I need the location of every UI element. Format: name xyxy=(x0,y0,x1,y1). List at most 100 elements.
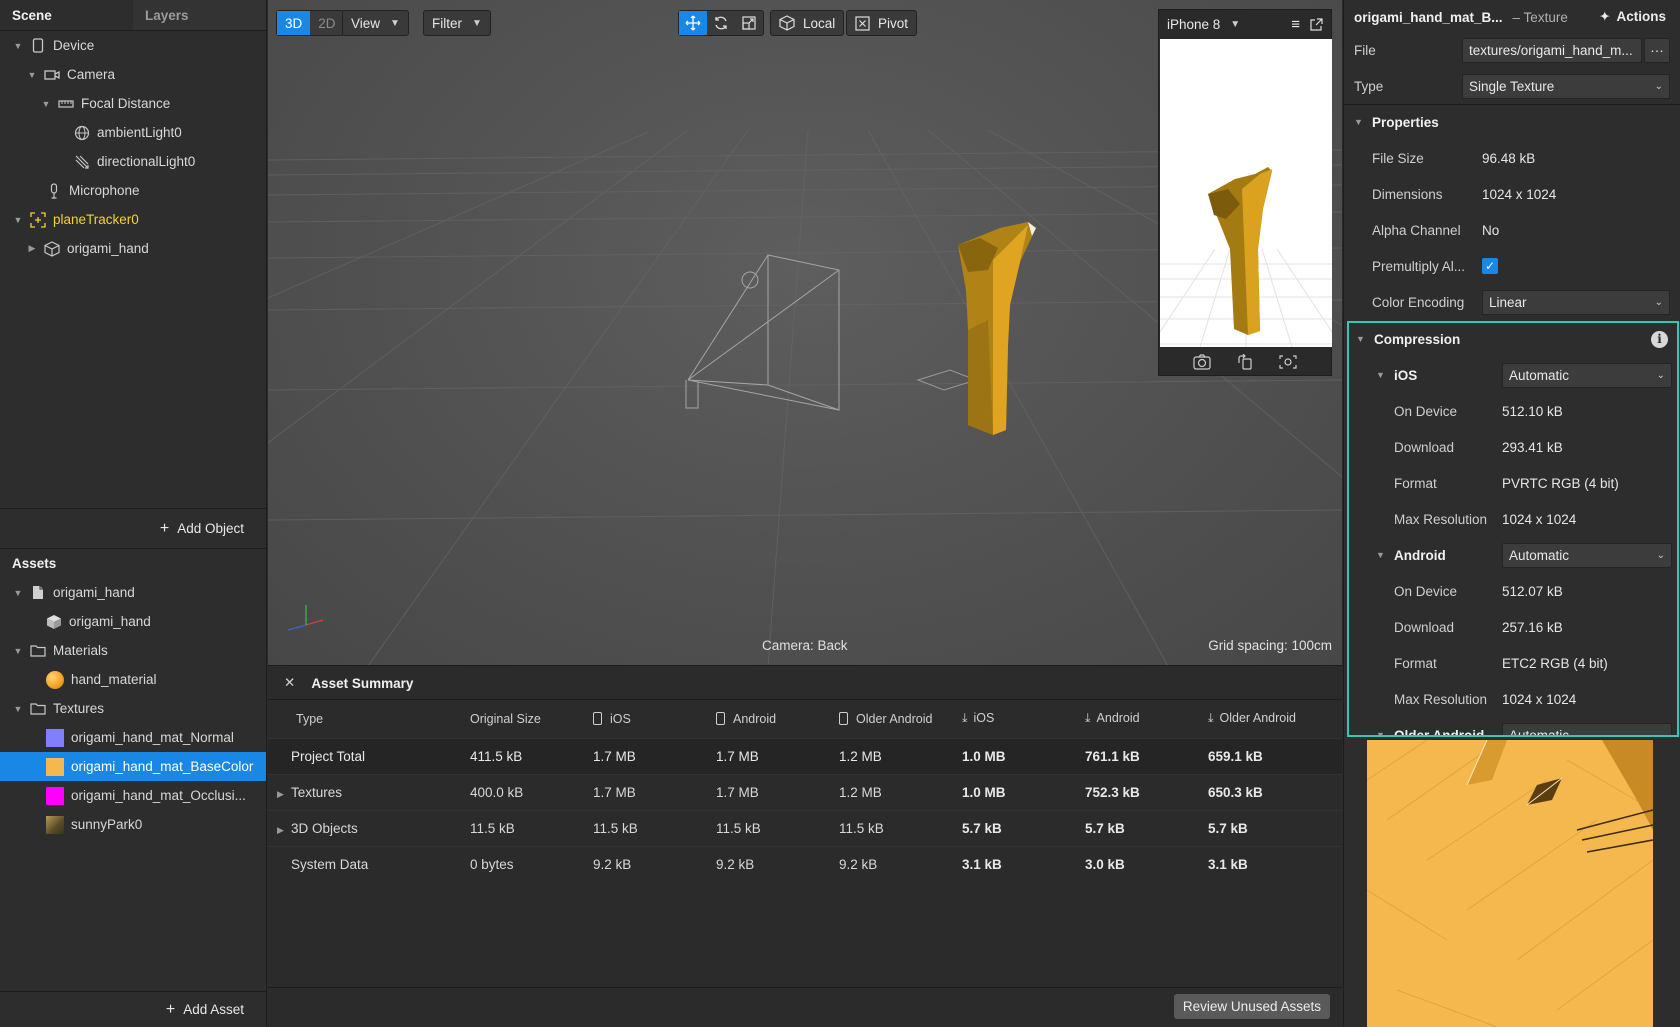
tab-layers[interactable]: Layers xyxy=(133,0,266,30)
texture-swatch-icon xyxy=(46,786,64,805)
filter-dropdown[interactable]: Filter ▼ xyxy=(423,10,491,36)
add-object-button[interactable]: + Add Object xyxy=(0,508,267,548)
alpha-channel-row: Alpha Channel No xyxy=(1344,212,1680,248)
asset-item-hand-material[interactable]: hand_material xyxy=(0,665,266,694)
column-header-ios-size[interactable]: iOS xyxy=(581,700,704,738)
menu-icon[interactable]: ≡ xyxy=(1291,16,1300,33)
format-label: Format xyxy=(1394,655,1437,671)
dimensions-value: 1024 x 1024 xyxy=(1482,186,1557,202)
collapse-arrow-icon[interactable]: ▼ xyxy=(1376,370,1390,380)
origami-hand-model[interactable] xyxy=(958,222,1036,435)
asset-item-materials-folder[interactable]: ▼ Materials xyxy=(0,636,266,665)
texture-preview xyxy=(1367,740,1653,1027)
properties-section-header[interactable]: ▼ Properties xyxy=(1344,104,1680,140)
pivot-toggle[interactable]: Pivot xyxy=(846,10,918,36)
popout-icon[interactable] xyxy=(1310,18,1323,31)
table-row[interactable]: Project Total 411.5 kB 1.7 MB 1.7 MB 1.2… xyxy=(268,737,1342,774)
expand-arrow-icon[interactable]: ▼ xyxy=(12,41,24,51)
asset-item-occlusion-texture[interactable]: origami_hand_mat_Occlusi... xyxy=(0,781,266,810)
rotate-tool-icon[interactable] xyxy=(707,11,735,35)
chevron-down-icon: ⌄ xyxy=(1656,729,1665,737)
android-compression-select[interactable]: Automatic ⌄ xyxy=(1502,542,1672,568)
move-tool-icon[interactable] xyxy=(679,11,707,35)
review-unused-assets-button[interactable]: Review Unused Assets xyxy=(1173,994,1330,1019)
column-header-older-android-size[interactable]: Older Android xyxy=(827,700,950,738)
preview-screen[interactable] xyxy=(1160,39,1332,347)
expand-arrow-icon[interactable]: ▼ xyxy=(26,70,38,80)
table-row[interactable]: System Data 0 bytes 9.2 kB 9.2 kB 9.2 kB… xyxy=(268,845,1342,882)
info-icon[interactable]: i xyxy=(1651,330,1668,348)
expand-arrow-icon[interactable]: ▶ xyxy=(277,825,291,836)
asset-item-sunnypark[interactable]: sunnyPark0 xyxy=(0,810,266,839)
close-icon[interactable]: ✕ xyxy=(284,675,295,691)
column-header-ios-download[interactable]: ⤓ iOS xyxy=(950,700,1073,738)
asset-item-basecolor-texture[interactable]: origami_hand_mat_BaseColor xyxy=(0,752,266,781)
device-select[interactable]: iPhone 8 ▼ xyxy=(1167,17,1240,32)
expand-arrow-icon[interactable]: ▼ xyxy=(40,99,52,109)
collapse-arrow-icon[interactable]: ▶ xyxy=(26,243,38,254)
mode-2d-button[interactable]: 2D xyxy=(310,11,343,35)
cell-type: ▶ Textures xyxy=(268,773,458,810)
table-row[interactable]: ▶ 3D Objects 11.5 kB 11.5 kB 11.5 kB 11.5… xyxy=(268,809,1342,846)
camera-gizmo[interactable] xyxy=(685,254,840,411)
cell-android-download: 752.3 kB xyxy=(1073,773,1196,810)
alpha-channel-label: Alpha Channel xyxy=(1372,222,1461,238)
expand-arrow-icon[interactable]: ▼ xyxy=(12,704,24,714)
older-android-compression-select[interactable]: Automatic ⌄ xyxy=(1502,722,1672,737)
camera-switch-icon[interactable] xyxy=(1279,354,1297,370)
inspector-title: origami_hand_mat_B... xyxy=(1354,9,1503,25)
view-dropdown[interactable]: View ▼ xyxy=(342,10,409,36)
actions-button[interactable]: ✦ Actions xyxy=(1599,9,1666,25)
add-asset-button[interactable]: + Add Asset xyxy=(0,991,267,1027)
cell-original-size: 411.5 kB xyxy=(458,737,581,774)
compression-title: Compression xyxy=(1374,331,1461,347)
asset-item-normal-texture[interactable]: origami_hand_mat_Normal xyxy=(0,723,266,752)
plus-icon: + xyxy=(165,1000,176,1018)
scale-tool-icon[interactable] xyxy=(735,11,763,35)
type-select[interactable]: Single Texture ⌄ xyxy=(1462,73,1670,99)
focal-distance-icon xyxy=(58,96,74,112)
column-header-original-size[interactable]: Original Size xyxy=(458,700,581,738)
texture-swatch-icon xyxy=(46,728,64,747)
scene-item-directional-light[interactable]: directionalLight0 xyxy=(0,147,266,176)
scene-item-ambient-light[interactable]: ambientLight0 xyxy=(0,118,266,147)
directional-light-icon xyxy=(74,154,90,170)
expand-arrow-icon[interactable]: ▶ xyxy=(277,789,291,800)
column-header-older-android-download[interactable]: ⤓ Older Android xyxy=(1196,700,1342,738)
rotate-device-icon[interactable] xyxy=(1237,354,1253,370)
asset-item-origami-hand-mesh[interactable]: origami_hand xyxy=(0,607,266,636)
scene-item-device[interactable]: ▼ Device xyxy=(0,31,266,60)
column-header-type[interactable]: Type xyxy=(268,700,458,738)
compression-section-header[interactable]: ▼ Compression i xyxy=(1349,323,1677,357)
collapse-arrow-icon[interactable]: ▼ xyxy=(1376,550,1390,560)
collapse-arrow-icon[interactable]: ▼ xyxy=(1376,730,1390,735)
color-encoding-select[interactable]: Linear ⌄ xyxy=(1482,289,1670,315)
column-header-label: iOS xyxy=(973,711,995,726)
ios-max-resolution-row: Max Resolution 1024 x 1024 xyxy=(1349,501,1677,537)
tab-scene[interactable]: Scene xyxy=(0,0,133,30)
asset-item-label: origami_hand_mat_BaseColor xyxy=(71,759,254,774)
column-header-android-size[interactable]: Android xyxy=(704,700,827,738)
expand-arrow-icon[interactable]: ▼ xyxy=(12,215,24,225)
asset-item-origami-hand-file[interactable]: ▼ origami_hand xyxy=(0,578,266,607)
asset-item-label: Materials xyxy=(53,643,108,658)
table-row[interactable]: ▶ Textures 400.0 kB 1.7 MB 1.7 MB 1.2 MB … xyxy=(268,773,1342,810)
scene-item-plane-tracker[interactable]: ▼ planeTracker0 xyxy=(0,205,266,234)
scene-item-camera[interactable]: ▼ Camera xyxy=(0,60,266,89)
file-path-field[interactable]: textures/origami_hand_m... xyxy=(1462,37,1642,63)
premultiply-checkbox[interactable]: ✓ xyxy=(1482,258,1498,274)
file-size-label: File Size xyxy=(1372,150,1424,166)
ios-compression-select[interactable]: Automatic ⌄ xyxy=(1502,362,1672,388)
mode-3d-button[interactable]: 3D xyxy=(277,11,311,35)
local-toggle[interactable]: Local xyxy=(770,10,845,36)
scene-item-origami-hand[interactable]: ▶ origami_hand xyxy=(0,234,266,263)
asset-item-textures-folder[interactable]: ▼ Textures xyxy=(0,694,266,723)
expand-arrow-icon[interactable]: ▼ xyxy=(12,588,24,598)
column-header-android-download[interactable]: ⤓ Android xyxy=(1073,700,1196,738)
scene-item-focal-distance[interactable]: ▼ Focal Distance xyxy=(0,89,266,118)
screenshot-icon[interactable] xyxy=(1193,354,1211,370)
compression-section: ▼ Compression i ▼ iOS Automatic ⌄ On Dev… xyxy=(1347,321,1679,737)
expand-arrow-icon[interactable]: ▼ xyxy=(12,646,24,656)
browse-file-button[interactable]: ··· xyxy=(1644,37,1670,63)
scene-item-microphone[interactable]: Microphone xyxy=(0,176,266,205)
